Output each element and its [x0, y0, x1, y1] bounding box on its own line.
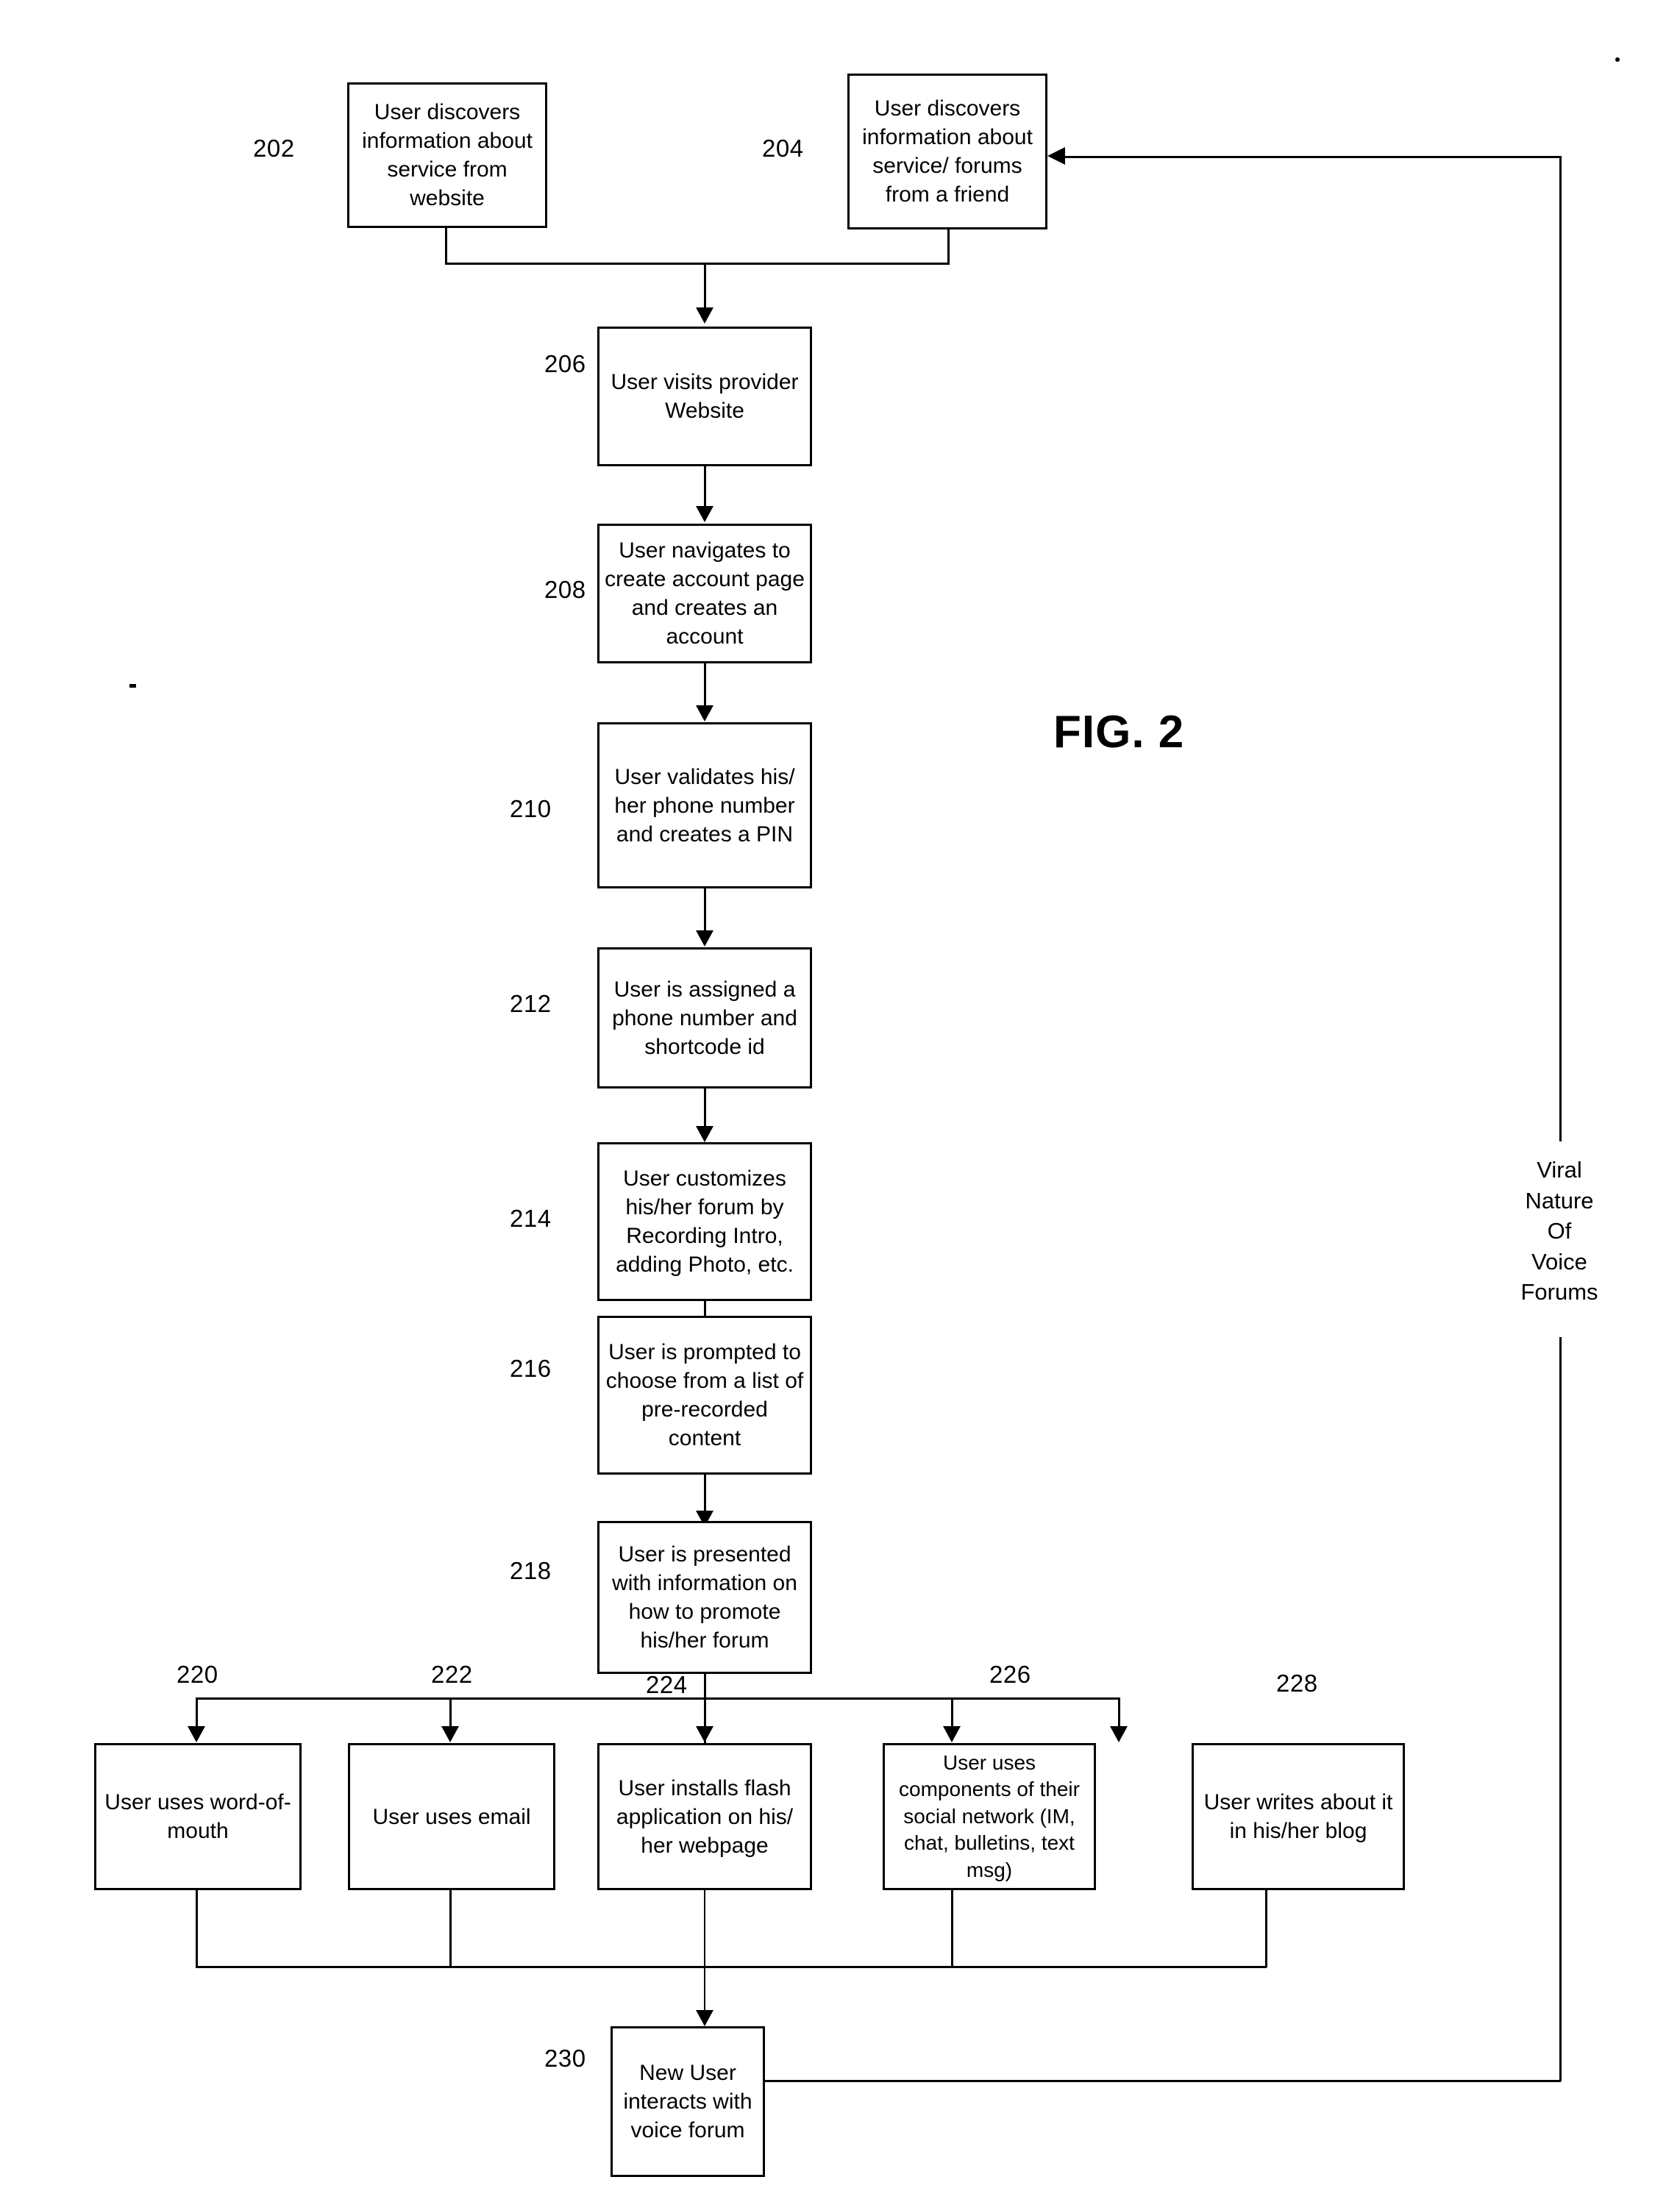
arrowhead-to-212 [696, 930, 713, 947]
node-230-new-user-interacts: New User interacts with voice forum [611, 2026, 765, 2177]
connector-feedback-up-lower [1559, 1337, 1562, 2081]
node-220-word-of-mouth: User uses word-of-mouth [94, 1743, 302, 1890]
connector-212-to-214 [704, 1088, 706, 1127]
ref-numeral-224: 224 [646, 1671, 688, 1698]
arrowhead-to-222 [441, 1726, 459, 1742]
node-202-label: User discovers information about service… [362, 100, 533, 210]
ref-numeral-214: 214 [510, 1205, 552, 1232]
connector-216-to-218 [704, 1475, 706, 1511]
connector-230-feedback-right [765, 2080, 1561, 2082]
connector-222-down [449, 1890, 452, 1967]
node-216-choose-prerecorded-content: User is prompted to choose from a list o… [597, 1316, 812, 1475]
ref-numeral-222: 222 [431, 1661, 473, 1688]
ref-numeral-208: 208 [544, 576, 586, 603]
connector-202-down [445, 228, 447, 263]
connector-merge-bar-bottom [196, 1966, 1267, 1968]
node-216-label: User is prompted to choose from a list o… [605, 1340, 804, 1450]
arrowhead-to-210 [696, 705, 713, 721]
node-222-email: User uses email [348, 1743, 555, 1890]
scan-speck-icon [1615, 57, 1620, 62]
ref-numeral-216: 216 [510, 1355, 552, 1382]
node-204-user-discovers-from-friend: User discovers information about service… [847, 74, 1047, 229]
arrowhead-to-214 [696, 1126, 713, 1142]
ref-numeral-204: 204 [762, 135, 804, 162]
node-208-label: User navigates to create account page an… [605, 538, 805, 649]
ref-numeral-226: 226 [989, 1661, 1031, 1688]
node-212-assigned-number-shortcode: User is assigned a phone number and shor… [597, 947, 812, 1088]
ref-numeral-230: 230 [544, 2045, 586, 2072]
node-210-label: User validates his/ her phone number and… [614, 764, 795, 847]
connector-merge-202-204 [445, 263, 950, 265]
arrowhead-into-204 [1047, 147, 1065, 165]
node-224-flash-application: User installs flash application on his/ … [597, 1743, 812, 1890]
connector-228-down [1265, 1890, 1267, 1967]
node-230-label: New User interacts with voice forum [623, 2061, 752, 2142]
arrowhead-to-226 [943, 1726, 961, 1742]
arrowhead-to-230 [696, 2010, 713, 2026]
connector-210-to-212 [704, 888, 706, 931]
node-210-validate-phone-pin: User validates his/ her phone number and… [597, 722, 812, 888]
connector-feedback-up-upper [1559, 156, 1562, 1141]
arrowhead-to-224 [696, 1726, 713, 1742]
node-214-label: User customizes his/her forum by Recordi… [616, 1166, 794, 1277]
node-204-label: User discovers information about service… [862, 96, 1033, 207]
connector-feedback-into-204 [1065, 156, 1562, 158]
node-228-blog: User writes about it in his/her blog [1192, 1743, 1405, 1890]
node-218-label: User is presented with information on ho… [612, 1542, 797, 1653]
node-202-user-discovers-from-website: User discovers information about service… [347, 82, 547, 228]
scan-speck-icon [129, 684, 136, 688]
node-220-label: User uses word-of-mouth [104, 1790, 291, 1843]
arrowhead-to-208 [696, 506, 713, 522]
ref-numeral-206: 206 [544, 350, 586, 377]
patent-figure-page: FIG. 2 Viral Nature Of Voice Forums 202 … [0, 0, 1680, 2202]
node-212-label: User is assigned a phone number and shor… [612, 977, 797, 1059]
connector-204-down [947, 229, 950, 263]
node-208-create-account: User navigates to create account page an… [597, 524, 812, 663]
connector-226-down [951, 1890, 953, 1967]
node-206-user-visits-website: User visits provider Website [597, 327, 812, 466]
ref-numeral-220: 220 [177, 1661, 218, 1688]
ref-numeral-212: 212 [510, 990, 552, 1017]
connector-merge-to-206 [704, 263, 706, 310]
viral-nature-annotation: Viral Nature Of Voice Forums [1501, 1155, 1618, 1308]
connector-220-down [196, 1890, 198, 1967]
connector-224-to-230 [704, 1890, 705, 2012]
ref-numeral-202: 202 [253, 135, 295, 162]
arrowhead-to-228 [1110, 1726, 1128, 1742]
figure-label: FIG. 2 [1053, 707, 1185, 758]
arrowhead-to-206 [696, 307, 713, 324]
node-226-social-network-components: User uses components of their social net… [883, 1743, 1096, 1890]
ref-numeral-228: 228 [1276, 1670, 1318, 1697]
node-228-label: User writes about it in his/her blog [1203, 1790, 1393, 1843]
node-222-label: User uses email [372, 1804, 531, 1829]
node-214-customize-forum: User customizes his/her forum by Recordi… [597, 1142, 812, 1301]
node-218-promote-forum-info: User is presented with information on ho… [597, 1521, 812, 1674]
node-224-label: User installs flash application on his/ … [616, 1775, 794, 1858]
connector-206-to-208 [704, 466, 706, 507]
arrowhead-to-220 [188, 1726, 205, 1742]
ref-numeral-218: 218 [510, 1557, 552, 1584]
node-226-label: User uses components of their social net… [899, 1751, 1080, 1881]
connector-208-to-210 [704, 663, 706, 706]
ref-numeral-210: 210 [510, 795, 552, 822]
node-206-label: User visits provider Website [611, 370, 799, 423]
